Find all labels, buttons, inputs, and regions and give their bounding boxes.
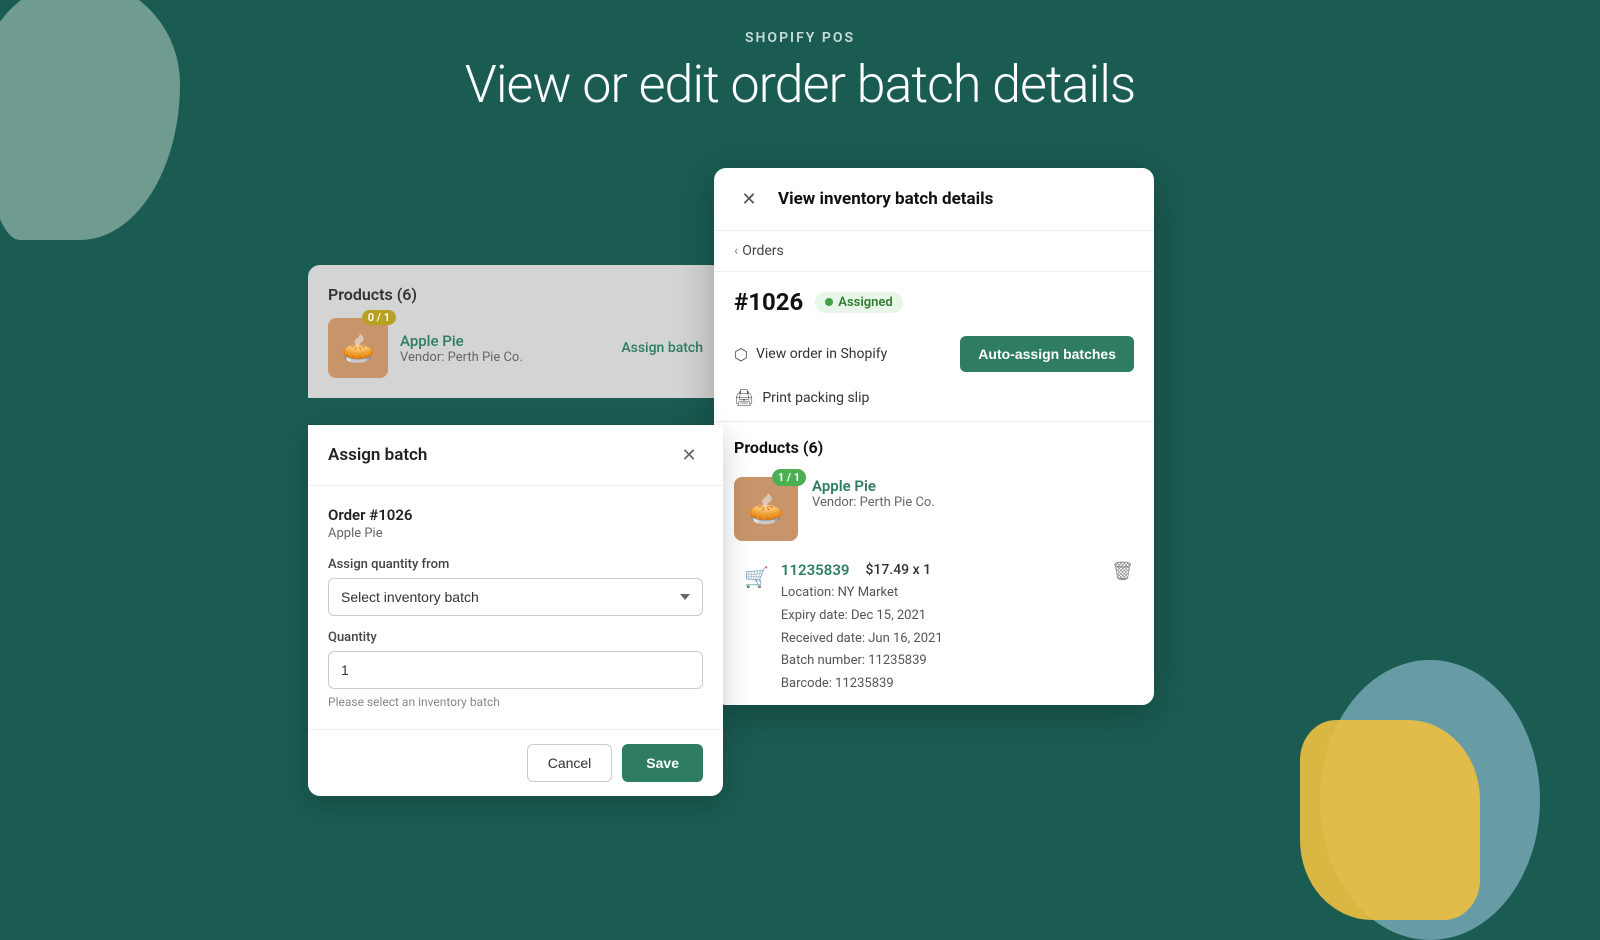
panel-product-info: Apple Pie Vendor: Perth Pie Co. bbox=[812, 477, 1134, 510]
inventory-panel-header: ✕ View inventory batch details bbox=[714, 168, 1154, 231]
save-button[interactable]: Save bbox=[622, 744, 703, 782]
bg-decoration-bottom-right-yellow bbox=[1300, 720, 1480, 920]
order-header-row: #1026 Assigned bbox=[714, 272, 1154, 328]
quantity-hint: Please select an inventory batch bbox=[328, 695, 703, 709]
batch-info: 11235839 $17.49 x 1 Location: NY Market … bbox=[781, 561, 1099, 695]
inventory-panel: ✕ View inventory batch details ‹ Orders … bbox=[714, 168, 1154, 705]
breadcrumb-arrow-icon: ‹ bbox=[734, 243, 738, 259]
inventory-batch-select[interactable]: Select inventory batch bbox=[328, 578, 703, 616]
quantity-input[interactable] bbox=[328, 651, 703, 689]
assign-modal-title: Assign batch bbox=[328, 445, 427, 465]
breadcrumb-label: Orders bbox=[742, 243, 784, 259]
printer-icon: 🖨 bbox=[734, 388, 754, 407]
action-row: ⬡ View order in Shopify Auto-assign batc… bbox=[714, 328, 1154, 388]
product-image-wrap: 🥧 0 / 1 bbox=[328, 318, 388, 378]
view-order-label: View order in Shopify bbox=[756, 346, 887, 362]
status-dot bbox=[825, 298, 833, 306]
batch-location: Location: NY Market bbox=[781, 583, 1099, 604]
quantity-section: Quantity bbox=[328, 630, 703, 689]
auto-assign-button[interactable]: Auto-assign batches bbox=[960, 336, 1134, 372]
header-title: View or edit order batch details bbox=[0, 54, 1600, 115]
product-row: 🥧 0 / 1 Apple Pie Vendor: Perth Pie Co. … bbox=[328, 318, 703, 378]
panel-title: View inventory batch details bbox=[778, 189, 993, 209]
product-vendor: Vendor: Perth Pie Co. bbox=[400, 350, 609, 365]
assign-modal-close-button[interactable]: ✕ bbox=[675, 441, 703, 469]
view-order-link[interactable]: ⬡ View order in Shopify bbox=[734, 345, 887, 364]
product-name[interactable]: Apple Pie bbox=[400, 332, 609, 350]
batch-delete-button[interactable]: 🗑 bbox=[1111, 561, 1134, 582]
assign-batch-modal: Assign batch ✕ Order #1026 Apple Pie Ass… bbox=[308, 425, 723, 796]
cart-icon: 🛒 bbox=[744, 565, 769, 589]
product-image: 🥧 bbox=[328, 318, 388, 378]
panel-product-row: 🥧 1 / 1 Apple Pie Vendor: Perth Pie Co. bbox=[714, 467, 1154, 551]
panel-product-vendor: Vendor: Perth Pie Co. bbox=[812, 495, 1134, 510]
assign-modal-body: Order #1026 Apple Pie Assign quantity fr… bbox=[308, 486, 723, 729]
assign-batch-link[interactable]: Assign batch bbox=[621, 340, 703, 356]
assign-qty-label: Assign quantity from bbox=[328, 557, 703, 572]
product-info: Apple Pie Vendor: Perth Pie Co. bbox=[400, 332, 609, 365]
print-packing-slip-link[interactable]: 🖨 Print packing slip bbox=[734, 388, 869, 407]
status-label: Assigned bbox=[838, 295, 892, 310]
panel-products-title: Products (6) bbox=[714, 422, 1154, 467]
panel-body: ‹ Orders #1026 Assigned ⬡ View order in … bbox=[714, 231, 1154, 705]
breadcrumb-row: ‹ Orders bbox=[714, 231, 1154, 272]
panel-product-image-wrap: 🥧 1 / 1 bbox=[734, 477, 798, 541]
print-label: Print packing slip bbox=[762, 390, 869, 406]
breadcrumb[interactable]: ‹ Orders bbox=[734, 243, 1134, 259]
order-number: #1026 bbox=[734, 288, 803, 316]
external-link-icon: ⬡ bbox=[734, 345, 748, 364]
assign-order-ref: Order #1026 bbox=[328, 506, 703, 524]
batch-barcode: Barcode: 11235839 bbox=[781, 674, 1099, 695]
panel-product-image: 🥧 bbox=[734, 477, 798, 541]
products-card: Products (6) 🥧 0 / 1 Apple Pie Vendor: P… bbox=[308, 265, 723, 398]
status-badge: Assigned bbox=[815, 292, 902, 313]
assign-modal-header: Assign batch ✕ bbox=[308, 425, 723, 486]
product-badge: 0 / 1 bbox=[362, 310, 396, 325]
panel-product-badge: 1 / 1 bbox=[772, 469, 806, 486]
header-subtitle: SHOPIFY POS bbox=[0, 30, 1600, 46]
cancel-button[interactable]: Cancel bbox=[527, 744, 613, 782]
products-card-title: Products (6) bbox=[328, 285, 703, 304]
batch-detail-row: 🛒 11235839 $17.49 x 1 Location: NY Marke… bbox=[714, 551, 1154, 705]
batch-expiry: Expiry date: Dec 15, 2021 bbox=[781, 606, 1099, 627]
assign-modal-footer: Cancel Save bbox=[308, 729, 723, 796]
batch-received: Received date: Jun 16, 2021 bbox=[781, 629, 1099, 650]
panel-close-button[interactable]: ✕ bbox=[734, 184, 764, 214]
panel-product-name[interactable]: Apple Pie bbox=[812, 477, 1134, 495]
batch-price: $17.49 x 1 bbox=[865, 562, 931, 578]
quantity-label: Quantity bbox=[328, 630, 703, 645]
assign-product-name: Apple Pie bbox=[328, 526, 703, 541]
batch-id-link[interactable]: 11235839 bbox=[781, 561, 850, 579]
header-area: SHOPIFY POS View or edit order batch det… bbox=[0, 30, 1600, 115]
print-row: 🖨 Print packing slip bbox=[714, 388, 1154, 421]
batch-number: Batch number: 11235839 bbox=[781, 651, 1099, 672]
